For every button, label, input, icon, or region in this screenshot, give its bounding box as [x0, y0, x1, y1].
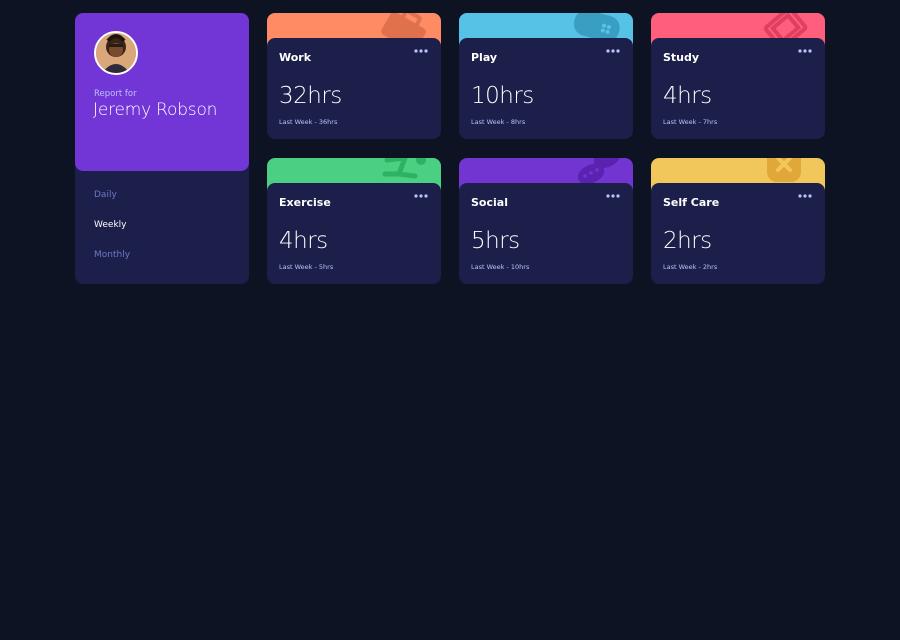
card-body[interactable]: Work 32hrs Last Week - 36hrs [267, 38, 441, 139]
card-title: Exercise [279, 196, 331, 209]
card-previous: Last Week - 36hrs [279, 118, 338, 126]
activity-card-exercise: Exercise 4hrs Last Week - 5hrs [267, 158, 441, 284]
period-monthly[interactable]: Monthly [94, 250, 130, 260]
card-body[interactable]: Play 10hrs Last Week - 8hrs [459, 38, 633, 139]
activity-card-work: Work 32hrs Last Week - 36hrs [267, 13, 441, 139]
card-hours: 4hrs [663, 83, 712, 109]
card-title: Social [471, 196, 508, 209]
activity-card-study: Study 4hrs Last Week - 7hrs [651, 13, 825, 139]
card-body[interactable]: Social 5hrs Last Week - 10hrs [459, 183, 633, 284]
activity-card-self-care: Self Care 2hrs Last Week - 2hrs [651, 158, 825, 284]
card-previous: Last Week - 2hrs [663, 263, 718, 271]
activity-card-play: Play 10hrs Last Week - 8hrs [459, 13, 633, 139]
card-hours: 10hrs [471, 83, 534, 109]
card-body[interactable]: Self Care 2hrs Last Week - 2hrs [651, 183, 825, 284]
card-previous: Last Week - 5hrs [279, 263, 334, 271]
ellipsis-icon[interactable] [797, 44, 813, 58]
card-hours: 32hrs [279, 83, 342, 109]
card-body[interactable]: Study 4hrs Last Week - 7hrs [651, 38, 825, 139]
ellipsis-icon[interactable] [605, 44, 621, 58]
card-previous: Last Week - 8hrs [471, 118, 526, 126]
period-weekly[interactable]: Weekly [94, 220, 126, 230]
profile-header: Report for Jeremy Robson [75, 13, 249, 171]
report-for-label: Report for [94, 89, 137, 99]
profile-card: Report for Jeremy Robson Daily Weekly Mo… [75, 13, 249, 284]
user-name: Jeremy Robson [93, 100, 218, 120]
card-previous: Last Week - 7hrs [663, 118, 718, 126]
user-avatar [94, 31, 138, 75]
ellipsis-icon[interactable] [605, 189, 621, 203]
card-hours: 5hrs [471, 228, 520, 254]
card-hours: 4hrs [279, 228, 328, 254]
activity-card-social: Social 5hrs Last Week - 10hrs [459, 158, 633, 284]
card-previous: Last Week - 10hrs [471, 263, 530, 271]
card-title: Work [279, 51, 312, 64]
card-hours: 2hrs [663, 228, 712, 254]
ellipsis-icon[interactable] [797, 189, 813, 203]
period-daily[interactable]: Daily [94, 190, 117, 200]
card-title: Self Care [663, 196, 720, 209]
card-body[interactable]: Exercise 4hrs Last Week - 5hrs [267, 183, 441, 284]
ellipsis-icon[interactable] [413, 44, 429, 58]
ellipsis-icon[interactable] [413, 189, 429, 203]
card-title: Play [471, 51, 498, 64]
card-title: Study [663, 51, 700, 64]
